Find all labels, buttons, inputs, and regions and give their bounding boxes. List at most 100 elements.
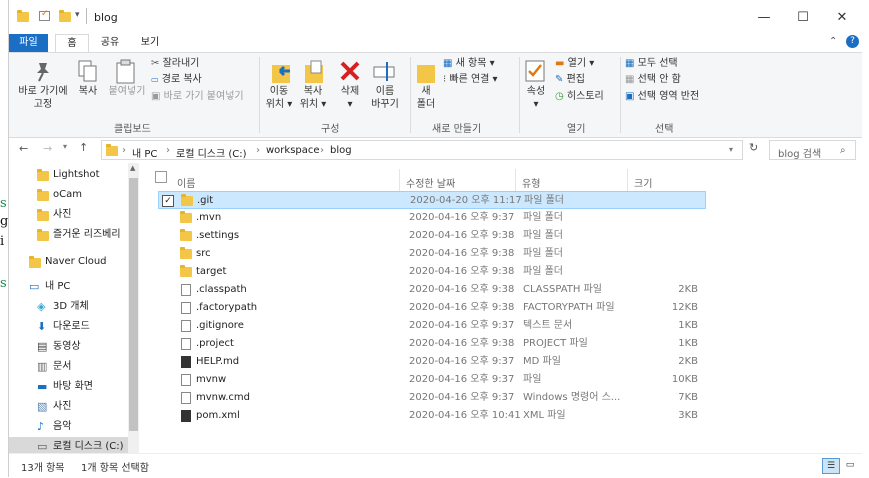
properties-icon	[525, 60, 545, 82]
table-row[interactable]: .gitignore 2020-04-16 오후 9:37 텍스트 문서 1KB	[158, 317, 706, 335]
table-row[interactable]: mvnw.cmd 2020-04-16 오후 9:37 Windows 명령어 스.…	[158, 389, 706, 407]
column-header-size[interactable]: 크기	[634, 175, 652, 190]
table-row[interactable]: .factorypath 2020-04-16 오후 9:38 FACTORYPAT…	[158, 299, 706, 317]
file-name: pom.xml	[196, 410, 240, 421]
document-icon: ▥	[37, 360, 48, 373]
file-name: .factorypath	[196, 302, 258, 313]
column-header-date[interactable]: 수정한 날짜	[406, 175, 455, 190]
address-bar[interactable]: › 내 PC › 로컬 디스크 (C:) › workspace › blog …	[101, 140, 743, 160]
delete-button[interactable]: 삭제 ▾	[335, 85, 365, 111]
file-type: 파일 폴더	[523, 230, 563, 241]
table-row[interactable]: .project 2020-04-16 오후 9:38 PROJECT 파일 1KB	[158, 335, 706, 353]
folder-icon	[29, 256, 41, 268]
file-type: 파일 폴더	[523, 212, 563, 223]
table-row[interactable]: mvnw 2020-04-16 오후 9:37 파일 10KB	[158, 371, 706, 389]
breadcrumb-item[interactable]: workspace	[266, 145, 320, 156]
new-item-button[interactable]: ▦ 새 항목 ▾	[443, 57, 495, 71]
search-input[interactable]: blog 검색	[778, 145, 821, 160]
forward-arrow-icon[interactable]: →	[43, 142, 52, 155]
desktop-icon: ▬	[37, 380, 48, 393]
large-icons-view-icon[interactable]: ▭	[842, 458, 858, 472]
drive-icon: ▭	[37, 440, 48, 453]
new-item-label: 새 항목 ▾	[455, 58, 495, 69]
breadcrumb-item[interactable]: 내 PC	[132, 145, 157, 160]
new-folder-icon[interactable]	[59, 10, 71, 22]
column-divider[interactable]	[515, 169, 516, 191]
close-button[interactable]: ✕	[823, 6, 861, 30]
table-row[interactable]: pom.xml 2020-04-16 오후 10:41 XML 파일 3KB	[158, 407, 706, 425]
properties-button[interactable]: 속성 ▾	[521, 85, 551, 111]
table-row[interactable]: ✓ .git 2020-04-20 오후 11:17 파일 폴더	[158, 191, 706, 209]
copy-button[interactable]: 복사	[73, 85, 103, 98]
breadcrumb-item[interactable]: blog	[330, 145, 352, 156]
nav-item-label: 음악	[53, 421, 72, 432]
scroll-up-icon[interactable]: ▲	[130, 164, 135, 172]
up-arrow-icon[interactable]: ↑	[79, 141, 88, 154]
copy-to-button[interactable]: 복사 위치 ▾	[295, 85, 331, 111]
details-view-icon[interactable]: ☰	[822, 458, 840, 474]
easy-access-button[interactable]: ⁝ 빠른 연결 ▾	[443, 73, 498, 87]
rename-button[interactable]: 이름 바꾸기	[365, 85, 405, 111]
title-bar: ✓ ▾ blog — ☐ ✕	[9, 0, 862, 34]
qa-dropdown-icon[interactable]: ▾	[75, 10, 80, 20]
ribbon-collapse-icon[interactable]: ⌃	[829, 36, 837, 47]
move-to-button[interactable]: 이동 위치 ▾	[261, 85, 297, 111]
table-row[interactable]: HELP.md 2020-04-16 오후 9:37 MD 파일 2KB	[158, 353, 706, 371]
select-all-checkbox[interactable]	[155, 171, 167, 183]
nav-item[interactable]: ▭ 로컬 디스크 (C:)	[9, 437, 137, 453]
file-date: 2020-04-16 오후 9:38	[409, 248, 515, 259]
invert-selection-button[interactable]: ▣ 선택 영역 반전	[625, 90, 699, 104]
file-list: 이름 수정한 날짜 유형 크기 ✓ .git 2020-04-20 오후 11:17…	[144, 163, 862, 453]
column-header-name[interactable]: 이름	[177, 175, 195, 190]
open-button[interactable]: ▬ 열기 ▾	[555, 57, 594, 71]
search-box[interactable]: blog 검색 ⌕	[769, 140, 856, 160]
search-icon[interactable]: ⌕	[840, 145, 846, 156]
help-icon[interactable]: ?	[846, 35, 859, 48]
cut-button[interactable]: ✂ 잘라내기	[151, 57, 199, 71]
breadcrumb-item[interactable]: 로컬 디스크 (C:)	[176, 145, 247, 160]
column-header-type[interactable]: 유형	[522, 175, 540, 190]
breadcrumb-separator: ›	[122, 145, 126, 156]
maximize-button[interactable]: ☐	[784, 6, 822, 30]
file-type: 파일 폴더	[523, 266, 563, 277]
pin-quick-access-button[interactable]: 바로 가기에 고정	[15, 85, 71, 111]
folder-icon	[37, 209, 49, 221]
tab-view[interactable]: 보기	[133, 34, 167, 52]
address-dropdown-icon[interactable]: ▾	[729, 145, 733, 154]
file-date: 2020-04-16 오후 9:38	[409, 266, 515, 277]
rename-icon	[373, 62, 395, 81]
download-icon: ⬇	[37, 320, 47, 333]
select-all-button[interactable]: ▦ 모두 선택	[625, 57, 678, 71]
nav-item-label: 문서	[53, 361, 72, 372]
properties-checkbox-icon[interactable]: ✓	[39, 9, 50, 21]
new-folder-button[interactable]: 새 폴더	[411, 85, 441, 111]
refresh-icon[interactable]: ↻	[749, 141, 758, 154]
history-button[interactable]: ◷ 히스토리	[555, 90, 604, 104]
tab-file[interactable]: 파일	[9, 34, 48, 52]
table-row[interactable]: src 2020-04-16 오후 9:38 파일 폴더	[158, 245, 706, 263]
edit-button[interactable]: ✎ 편집	[555, 73, 585, 87]
row-checkbox[interactable]: ✓	[162, 195, 174, 207]
pin-icon	[37, 63, 49, 82]
table-row[interactable]: target 2020-04-16 오후 9:38 파일 폴더	[158, 263, 706, 281]
paste-button[interactable]: 붙여넣기	[105, 85, 149, 98]
folder-icon[interactable]	[17, 10, 29, 22]
copy-path-button[interactable]: ▭ 경로 복사	[151, 73, 202, 87]
scrollbar-thumb[interactable]	[129, 178, 138, 431]
table-row[interactable]: .classpath 2020-04-16 오후 9:38 CLASSPATH 파일…	[158, 281, 706, 299]
nav-scrollbar[interactable]: ▲	[128, 163, 139, 453]
file-name: .gitignore	[196, 320, 244, 331]
tab-share[interactable]: 공유	[93, 34, 127, 52]
recent-dropdown-icon[interactable]: ▾	[63, 142, 67, 151]
back-arrow-icon[interactable]: ←	[19, 142, 28, 155]
column-divider[interactable]	[399, 169, 400, 191]
tab-home[interactable]: 홈	[55, 34, 89, 53]
paste-shortcut-button[interactable]: ▣ 바로 가기 붙여넣기	[151, 90, 244, 104]
table-row[interactable]: .mvn 2020-04-16 오후 9:37 파일 폴더	[158, 209, 706, 227]
minimize-button[interactable]: —	[745, 6, 783, 30]
background-text: s	[0, 276, 7, 291]
table-row[interactable]: .settings 2020-04-16 오후 9:38 파일 폴더	[158, 227, 706, 245]
file-size: 12KB	[671, 302, 698, 313]
select-none-button[interactable]: ▦ 선택 안 함	[625, 73, 681, 87]
column-divider[interactable]	[627, 169, 628, 191]
